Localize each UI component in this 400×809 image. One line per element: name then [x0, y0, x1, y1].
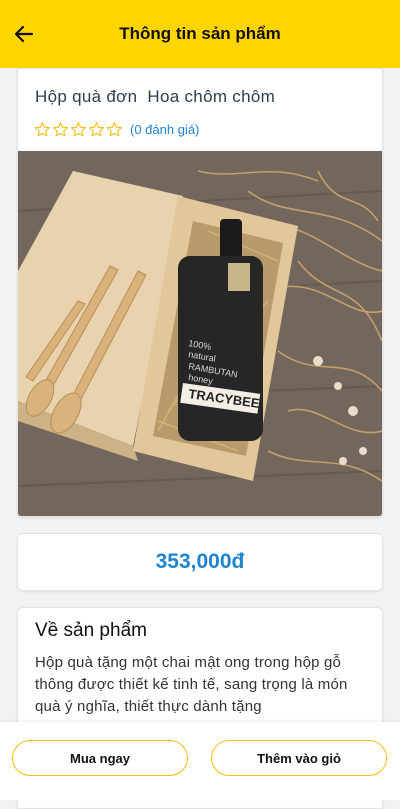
product-image[interactable]: 100% natural RAMBUTAN honey TRACYBEE: [18, 151, 382, 516]
about-heading: Về sản phẩm: [35, 620, 147, 641]
star-rating[interactable]: [34, 121, 124, 138]
product-card: Hộp quà đơn Hoa chôm chôm (0 đánh giá) 1…: [17, 68, 383, 517]
star-outline-icon: [70, 122, 87, 137]
star-outline-icon: [88, 122, 105, 137]
product-name: Hộp quà đơn Hoa chôm chôm: [35, 87, 276, 106]
product-price: 353,000đ: [155, 550, 245, 573]
star-outline-icon: [34, 122, 51, 137]
rating: (0 đánh giá): [34, 121, 199, 138]
page-title: Thông tin sản phẩm: [119, 24, 281, 43]
product-description: Hộp quà tặng một chai mật ong trong hộp …: [35, 654, 348, 715]
app-bar: Thông tin sản phẩm: [0, 0, 400, 68]
buy-now-button[interactable]: Mua ngay: [12, 740, 188, 776]
back-button[interactable]: [10, 20, 38, 48]
star-outline-icon: [106, 122, 123, 137]
bottom-action-bar: Mua ngay Thêm vào giỏ: [0, 722, 400, 800]
star-outline-icon: [52, 122, 69, 137]
rating-count[interactable]: (0 đánh giá): [130, 122, 199, 137]
price-card: 353,000đ: [17, 533, 383, 591]
add-to-cart-button[interactable]: Thêm vào giỏ: [211, 740, 387, 776]
arrow-left-icon: [14, 25, 34, 43]
